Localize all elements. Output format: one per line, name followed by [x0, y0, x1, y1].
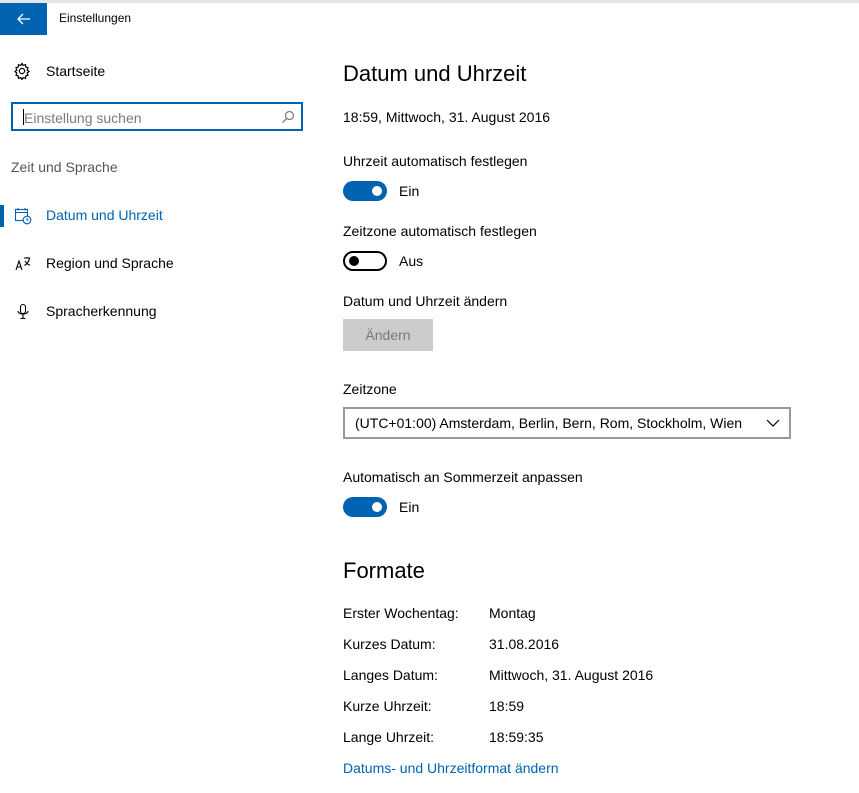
page-title: Datum und Uhrzeit	[343, 61, 527, 86]
dst-label: Automatisch an Sommerzeit anpassen	[343, 469, 583, 485]
current-datetime: 18:59, Mittwoch, 31. August 2016	[343, 109, 551, 125]
format-key: Lange Uhrzeit:	[343, 729, 435, 745]
format-value: 18:59	[489, 698, 525, 714]
toggle-knob	[372, 186, 382, 196]
search-input[interactable]: Einstellung suchen	[11, 102, 303, 131]
format-key: Kurzes Datum:	[343, 636, 436, 652]
format-key: Erster Wochentag:	[343, 605, 459, 621]
formats-title: Formate	[343, 558, 425, 583]
back-arrow-icon	[16, 13, 30, 25]
home-label: Startseite	[46, 63, 106, 79]
sidebar-item-datum-und-uhrzeit[interactable]: Datum und Uhrzeit	[0, 204, 320, 228]
auto-timezone-toggle[interactable]	[343, 251, 387, 271]
app-title: Einstellungen	[59, 11, 132, 25]
active-indicator	[0, 205, 4, 227]
sidebar-item-label: Datum und Uhrzeit	[46, 207, 163, 223]
dst-toggle[interactable]	[343, 497, 387, 517]
timezone-select[interactable]: (UTC+01:00) Amsterdam, Berlin, Bern, Rom…	[343, 407, 791, 439]
search-placeholder: Einstellung suchen	[24, 110, 142, 126]
sidebar-item-label: Region und Sprache	[46, 255, 174, 271]
change-button[interactable]: Ändern	[343, 319, 433, 351]
format-value: 18:59:35	[489, 729, 544, 745]
search-icon[interactable]	[281, 110, 295, 124]
auto-time-toggle[interactable]	[343, 181, 387, 201]
calendar-clock-icon	[14, 208, 32, 225]
format-key: Kurze Uhrzeit:	[343, 698, 432, 714]
toggle-knob	[349, 256, 359, 266]
sidebar-item-spracherkennung[interactable]: Spracherkennung	[0, 300, 320, 324]
format-key: Langes Datum:	[343, 667, 438, 683]
auto-time-state: Ein	[399, 183, 420, 199]
format-value: 31.08.2016	[489, 636, 560, 652]
sidebar-item-region-und-sprache[interactable]: Region und Sprache	[0, 252, 320, 276]
format-value: Montag	[489, 605, 536, 621]
language-icon	[15, 257, 31, 271]
auto-time-label: Uhrzeit automatisch festlegen	[343, 153, 528, 169]
home-link[interactable]: Startseite	[13, 62, 105, 80]
title-bar: Einstellungen	[0, 3, 859, 35]
auto-timezone-state: Aus	[399, 253, 424, 269]
microphone-icon	[17, 303, 29, 320]
toggle-knob	[372, 502, 382, 512]
back-button[interactable]	[0, 3, 47, 35]
timezone-label: Zeitzone	[343, 381, 397, 397]
auto-timezone-label: Zeitzone automatisch festlegen	[343, 223, 537, 239]
change-datetime-label: Datum und Uhrzeit ändern	[343, 293, 508, 309]
sidebar-item-label: Spracherkennung	[46, 303, 157, 319]
chevron-down-icon	[766, 419, 780, 427]
section-label: Zeit und Sprache	[11, 159, 118, 175]
change-format-link[interactable]: Datums- und Uhrzeitformat ändern	[343, 760, 559, 776]
format-value: Mittwoch, 31. August 2016	[489, 667, 654, 683]
gear-icon	[14, 62, 30, 80]
timezone-value: (UTC+01:00) Amsterdam, Berlin, Bern, Rom…	[355, 415, 743, 431]
dst-state: Ein	[399, 499, 420, 515]
